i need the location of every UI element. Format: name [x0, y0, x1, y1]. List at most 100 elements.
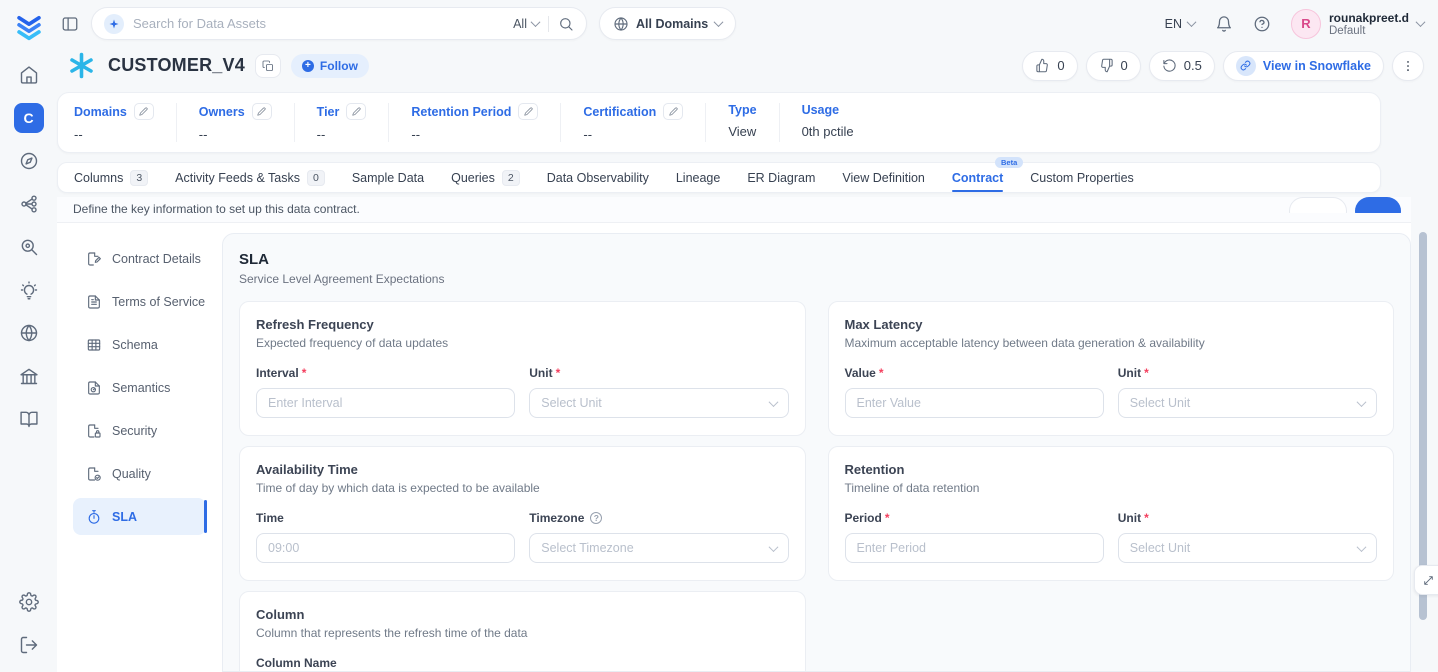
- globe-icon: [613, 16, 629, 32]
- info-icon: ?: [590, 512, 602, 524]
- vertical-scrollbar[interactable]: [1419, 232, 1427, 620]
- tab-data-observability[interactable]: Data Observability: [547, 163, 649, 192]
- tab-contract[interactable]: ContractBeta: [952, 163, 1003, 192]
- time-input[interactable]: [268, 541, 503, 555]
- sidebar-toggle-icon[interactable]: [61, 15, 79, 33]
- thumbs-down-icon: [1099, 58, 1114, 73]
- edit-pencil-icon[interactable]: [518, 103, 538, 120]
- unit-field: Unit* Select Unit: [1118, 366, 1377, 418]
- catalog-icon[interactable]: C: [14, 103, 44, 133]
- notifications-bell-icon[interactable]: [1215, 15, 1233, 33]
- primary-action-button[interactable]: [1355, 197, 1401, 213]
- home-icon[interactable]: [14, 60, 44, 90]
- resize-handle-button[interactable]: [1414, 565, 1438, 595]
- help-icon[interactable]: [1253, 15, 1271, 33]
- unit-select[interactable]: Select Unit: [1118, 388, 1377, 418]
- copy-icon[interactable]: [255, 54, 281, 78]
- follow-icon: +: [302, 60, 314, 72]
- language-dropdown[interactable]: EN: [1165, 17, 1195, 31]
- edit-pencil-icon[interactable]: [663, 103, 683, 120]
- downvote-button[interactable]: 0: [1086, 51, 1141, 81]
- card-description: Column that represents the refresh time …: [256, 626, 789, 640]
- nav-terms-of-service[interactable]: Terms of Service: [73, 283, 206, 320]
- metadata-value: View: [728, 124, 756, 139]
- tier-score-button[interactable]: 0.5: [1149, 51, 1215, 81]
- metadata-value: 0th pctile: [802, 124, 854, 139]
- upvote-button[interactable]: 0: [1022, 51, 1077, 81]
- refresh-frequency-card: Refresh Frequency Expected frequency of …: [239, 301, 806, 436]
- column-name-field: Column Name Please enter Column name: [256, 656, 789, 672]
- governance-bank-icon[interactable]: [14, 361, 44, 391]
- unit-select[interactable]: Select Unit: [529, 388, 788, 418]
- user-menu[interactable]: R rounakpreet.d Default: [1291, 9, 1424, 39]
- nav-quality[interactable]: Quality: [73, 455, 206, 492]
- left-rail: C: [0, 0, 57, 672]
- app-logo-icon[interactable]: [12, 10, 46, 44]
- edit-pencil-icon[interactable]: [346, 103, 366, 120]
- chevron-down-icon: [768, 397, 778, 407]
- chevron-down-icon: [531, 17, 541, 27]
- metadata-value: --: [411, 127, 538, 142]
- tab-queries[interactable]: Queries2: [451, 163, 520, 192]
- column-card: Column Column that represents the refres…: [239, 591, 806, 672]
- observability-search-icon[interactable]: [14, 232, 44, 262]
- secondary-action-button[interactable]: [1289, 197, 1347, 213]
- edit-pencil-icon[interactable]: [134, 103, 154, 120]
- metadata-strip: Domains -- Owners -- Tier -- Retention P…: [57, 92, 1381, 153]
- global-search[interactable]: All: [91, 7, 587, 40]
- more-options-kebab-icon[interactable]: [1392, 51, 1424, 81]
- search-input[interactable]: [133, 16, 504, 31]
- thumbs-up-icon: [1035, 58, 1050, 73]
- sla-panel: SLA Service Level Agreement Expectations…: [222, 233, 1411, 672]
- entity-header: CUSTOMER_V4 + Follow 0 0 0.5: [57, 47, 1438, 90]
- snowflake-icon: [65, 49, 98, 82]
- link-icon: [1236, 56, 1256, 76]
- timezone-select[interactable]: Select Timezone: [529, 533, 788, 563]
- domains-globe-icon[interactable]: [14, 318, 44, 348]
- view-in-snowflake-button[interactable]: View in Snowflake: [1223, 51, 1384, 81]
- all-domains-dropdown[interactable]: All Domains: [599, 7, 736, 40]
- logout-icon[interactable]: [14, 630, 44, 660]
- interval-field: Interval*: [256, 366, 515, 418]
- nav-contract-details[interactable]: Contract Details: [73, 240, 206, 277]
- availability-time-card: Availability Time Time of day by which d…: [239, 446, 806, 581]
- tab-columns[interactable]: Columns3: [74, 163, 148, 192]
- nav-semantics[interactable]: Semantics: [73, 369, 206, 406]
- follow-button[interactable]: + Follow: [291, 54, 369, 78]
- nav-sla[interactable]: SLA: [73, 498, 206, 535]
- tab-custom-properties[interactable]: Custom Properties: [1030, 163, 1134, 192]
- tab-view-definition[interactable]: View Definition: [842, 163, 924, 192]
- history-icon: [1162, 58, 1177, 73]
- ai-sparkle-icon: [104, 14, 124, 34]
- nav-security[interactable]: Security: [73, 412, 206, 449]
- chevron-down-icon: [768, 542, 778, 552]
- metadata-owners: Owners --: [177, 103, 295, 142]
- value-input[interactable]: [857, 396, 1092, 410]
- metadata-value: --: [74, 127, 154, 142]
- edit-pencil-icon[interactable]: [252, 103, 272, 120]
- nav-schema[interactable]: Schema: [73, 326, 206, 363]
- settings-gear-icon[interactable]: [14, 587, 44, 617]
- period-input[interactable]: [857, 541, 1092, 555]
- topbar-right: EN R rounakpreet.d Default: [1165, 9, 1424, 39]
- search-scope-dropdown[interactable]: All: [513, 17, 539, 31]
- tab-lineage[interactable]: Lineage: [676, 163, 721, 192]
- glossary-book-icon[interactable]: [14, 404, 44, 434]
- card-title: Refresh Frequency: [256, 317, 789, 332]
- lineage-icon[interactable]: [14, 189, 44, 219]
- card-description: Maximum acceptable latency between data …: [845, 336, 1378, 350]
- top-bar: All All Domains EN R: [57, 0, 1438, 47]
- entity-tabs: Columns3 Activity Feeds & Tasks0 Sample …: [57, 162, 1381, 193]
- search-icon[interactable]: [558, 16, 574, 32]
- file-check-icon: [86, 466, 102, 482]
- stopwatch-icon: [86, 509, 102, 525]
- interval-input[interactable]: [268, 396, 503, 410]
- tab-sample-data[interactable]: Sample Data: [352, 163, 424, 192]
- metadata-certification: Certification --: [561, 103, 706, 142]
- unit-select[interactable]: Select Unit: [1118, 533, 1377, 563]
- tab-activity-feeds[interactable]: Activity Feeds & Tasks0: [175, 163, 325, 192]
- main-column: All All Domains EN R: [57, 0, 1438, 672]
- explore-compass-icon[interactable]: [14, 146, 44, 176]
- insights-bulb-icon[interactable]: [14, 275, 44, 305]
- tab-er-diagram[interactable]: ER Diagram: [747, 163, 815, 192]
